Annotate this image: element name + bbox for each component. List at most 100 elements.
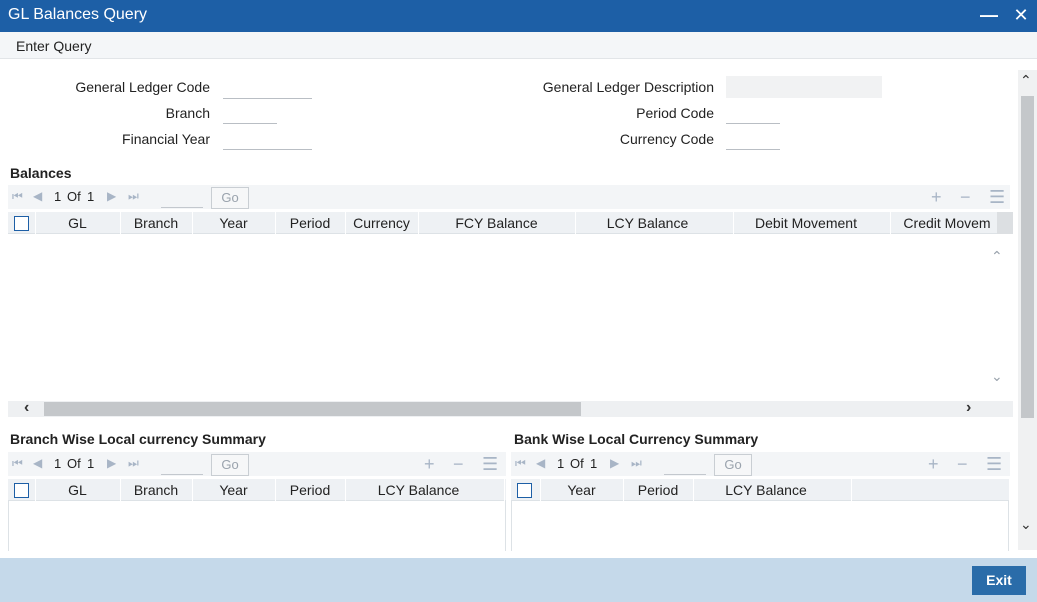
- column-header-lcy-balance[interactable]: LCY Balance: [693, 482, 839, 498]
- grid-scroll-up-icon[interactable]: ⌃: [991, 248, 1003, 265]
- currency-code-label: Currency Code: [619, 131, 714, 147]
- page-vertical-scrollbar[interactable]: ⌃ ⌄: [1018, 70, 1037, 550]
- window-titlebar: GL Balances Query — ✕: [0, 0, 1037, 32]
- column-header-year[interactable]: Year: [192, 482, 275, 498]
- select-all-checkbox[interactable]: [517, 483, 532, 498]
- column-header-currency[interactable]: Currency: [345, 215, 418, 231]
- page-of-label: Of: [67, 189, 81, 204]
- previous-page-icon[interactable]: ◀: [536, 456, 545, 470]
- window-title: GL Balances Query: [8, 6, 148, 23]
- gl-code-label: General Ledger Code: [75, 79, 210, 95]
- page-of-label: Of: [67, 456, 81, 471]
- total-pages: 1: [87, 189, 95, 204]
- balances-horizontal-scrollbar[interactable]: ‹ ›: [8, 399, 1013, 417]
- previous-page-icon[interactable]: ◀: [33, 189, 42, 203]
- go-button[interactable]: Go: [211, 187, 249, 209]
- page-of-label: Of: [570, 456, 584, 471]
- first-page-icon[interactable]: ⏮: [12, 456, 23, 471]
- branch-summary-grid-header: GL Branch Year Period LCY Balance: [8, 479, 506, 501]
- branch-summary-title: Branch Wise Local currency Summary: [10, 431, 266, 447]
- column-header-lcy-balance[interactable]: LCY Balance: [345, 482, 492, 498]
- menu-bar: Enter Query: [0, 32, 1037, 59]
- page-scroll-down-icon[interactable]: ⌄: [1020, 516, 1032, 533]
- total-pages: 1: [87, 456, 95, 471]
- gl-description-input: [726, 76, 882, 98]
- column-header-gl[interactable]: GL: [35, 482, 120, 498]
- balances-pager: ⏮ ◀ 1 Of 1 ▶ ⏭ Go + − ☰: [8, 185, 1010, 209]
- delete-row-icon[interactable]: −: [957, 454, 968, 474]
- column-header-period[interactable]: Period: [275, 215, 345, 231]
- add-row-icon[interactable]: +: [424, 454, 435, 474]
- column-header-year[interactable]: Year: [540, 482, 623, 498]
- next-page-icon[interactable]: ▶: [610, 456, 619, 470]
- branch-input[interactable]: [223, 102, 277, 124]
- column-header-lcy-balance[interactable]: LCY Balance: [575, 215, 720, 231]
- bank-summary-title: Bank Wise Local Currency Summary: [514, 431, 759, 447]
- column-header-period[interactable]: Period: [623, 482, 693, 498]
- go-button[interactable]: Go: [211, 454, 249, 476]
- gl-code-input[interactable]: [223, 77, 312, 99]
- current-page: 1: [54, 456, 62, 471]
- minimize-icon[interactable]: —: [978, 4, 1000, 26]
- total-pages: 1: [590, 456, 598, 471]
- scrollbar-thumb[interactable]: [44, 402, 581, 416]
- next-page-icon[interactable]: ▶: [107, 189, 116, 203]
- period-code-label: Period Code: [636, 105, 714, 121]
- list-view-icon[interactable]: ☰: [989, 187, 1005, 207]
- column-header-credit-movement[interactable]: Credit Movem: [896, 215, 998, 231]
- last-page-icon[interactable]: ⏭: [128, 456, 139, 471]
- add-row-icon[interactable]: +: [928, 454, 939, 474]
- go-button[interactable]: Go: [714, 454, 752, 476]
- page-scrollbar-thumb[interactable]: [1021, 96, 1034, 418]
- balances-grid-header: GL Branch Year Period Currency FCY Balan…: [8, 212, 1013, 234]
- list-view-icon[interactable]: ☰: [482, 454, 498, 474]
- enter-query-menu-item[interactable]: Enter Query: [16, 38, 91, 54]
- header-scroll-corner: [997, 212, 1013, 234]
- page-number-input[interactable]: [161, 455, 203, 475]
- currency-code-input[interactable]: [726, 128, 780, 150]
- balances-title: Balances: [10, 165, 72, 181]
- balances-grid-body: ⌃ ⌄: [8, 234, 1013, 401]
- page-scroll-up-icon[interactable]: ⌃: [1020, 72, 1032, 89]
- delete-row-icon[interactable]: −: [960, 187, 971, 207]
- add-row-icon[interactable]: +: [931, 187, 942, 207]
- gl-description-label: General Ledger Description: [542, 79, 714, 95]
- period-code-input[interactable]: [726, 102, 780, 124]
- bank-summary-grid-header: Year Period LCY Balance: [511, 479, 1009, 501]
- previous-page-icon[interactable]: ◀: [33, 456, 42, 470]
- select-all-checkbox[interactable]: [14, 216, 29, 231]
- column-header-year[interactable]: Year: [192, 215, 275, 231]
- exit-button[interactable]: Exit: [972, 566, 1026, 595]
- first-page-icon[interactable]: ⏮: [12, 189, 23, 204]
- column-header-branch[interactable]: Branch: [120, 482, 192, 498]
- first-page-icon[interactable]: ⏮: [515, 456, 526, 471]
- last-page-icon[interactable]: ⏭: [631, 456, 642, 471]
- branch-label: Branch: [165, 105, 210, 121]
- column-header-branch[interactable]: Branch: [120, 215, 192, 231]
- select-all-checkbox[interactable]: [14, 483, 29, 498]
- last-page-icon[interactable]: ⏭: [128, 189, 139, 204]
- current-page: 1: [54, 189, 62, 204]
- footer-bar: [0, 558, 1037, 602]
- column-header-gl[interactable]: GL: [35, 215, 120, 231]
- financial-year-label: Financial Year: [122, 131, 210, 147]
- financial-year-input[interactable]: [223, 128, 312, 150]
- delete-row-icon[interactable]: −: [453, 454, 464, 474]
- close-icon[interactable]: ✕: [1010, 4, 1032, 26]
- bank-summary-grid-body: [511, 501, 1009, 551]
- bank-summary-pager: ⏮ ◀ 1 Of 1 ▶ ⏭ Go + − ☰: [511, 452, 1010, 476]
- list-view-icon[interactable]: ☰: [986, 454, 1002, 474]
- column-header-fcy-balance[interactable]: FCY Balance: [418, 215, 575, 231]
- branch-summary-grid-body: [8, 501, 506, 551]
- page-number-input[interactable]: [161, 188, 203, 208]
- grid-scroll-down-icon[interactable]: ⌄: [991, 368, 1003, 385]
- scroll-left-icon[interactable]: ‹: [24, 399, 29, 417]
- main-content: General Ledger Code Branch Financial Yea…: [0, 59, 1018, 551]
- next-page-icon[interactable]: ▶: [107, 456, 116, 470]
- branch-summary-pager: ⏮ ◀ 1 Of 1 ▶ ⏭ Go + − ☰: [8, 452, 506, 476]
- scroll-right-icon[interactable]: ›: [966, 399, 971, 417]
- current-page: 1: [557, 456, 565, 471]
- column-header-period[interactable]: Period: [275, 482, 345, 498]
- column-header-debit-movement[interactable]: Debit Movement: [733, 215, 879, 231]
- page-number-input[interactable]: [664, 455, 706, 475]
